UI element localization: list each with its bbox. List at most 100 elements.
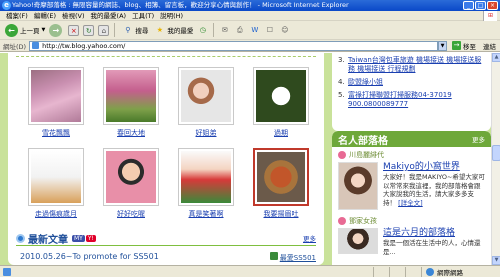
latest-articles-title: 最新文章	[28, 234, 68, 246]
divider	[16, 56, 316, 57]
gallery-frame	[103, 67, 159, 125]
scroll-down-icon[interactable]: ▼	[492, 256, 500, 265]
blog-entry: Makiyo的小窩世界 大家好！我是MAKIYO~希望大家可以常常來我這裡，我的…	[338, 162, 485, 210]
status-bar: 網際網路	[0, 265, 500, 277]
celebrity-blogs-title: 名人部落格	[338, 135, 388, 147]
security-zone: 網際網路	[422, 267, 500, 277]
back-button[interactable]: ← 上一頁 ▼	[3, 22, 47, 38]
menu-file[interactable]: 檔案(F)	[3, 11, 31, 20]
gallery-frame	[103, 148, 159, 206]
gallery-caption[interactable]: 雪花飄飄	[28, 128, 84, 138]
siblings-photo-image	[181, 70, 231, 122]
cherry-blossom-image	[31, 70, 81, 122]
messenger-icon[interactable]: ☺	[279, 25, 290, 36]
refresh-icon[interactable]: ↻	[83, 24, 95, 36]
address-input[interactable]: http://tw.blog.yahoo.com/	[29, 40, 438, 51]
maximize-button[interactable]: □	[475, 1, 486, 10]
page-status-icon	[3, 267, 11, 276]
print-icon[interactable]: ⎙	[234, 25, 245, 36]
search-button[interactable]: ⚲ 搜尋	[118, 22, 150, 38]
menu-view[interactable]: 檢視(V)	[59, 11, 88, 20]
blog-entry-title[interactable]: Makiyo的小窩世界	[383, 162, 485, 173]
list-item[interactable]: 5. 富祿打掃聯盟打掃服務04-37019 900.0800089777	[338, 91, 485, 109]
blog-author-icon	[338, 217, 346, 225]
home-icon[interactable]: ⌂	[98, 24, 110, 36]
scroll-thumb[interactable]	[492, 145, 500, 161]
blog-author[interactable]: 鄧家女孩	[338, 216, 485, 226]
minimize-button[interactable]: _	[463, 1, 474, 10]
discuss-icon[interactable]: ☐	[264, 25, 275, 36]
menu-edit[interactable]: 編輯(E)	[31, 11, 59, 20]
latest-more-link[interactable]: 更多	[303, 233, 316, 243]
author-name: 最愛SS501	[279, 254, 316, 262]
blog-entry-body: 大家好！我是MAKIYO~希望大家可以常常來我這裡，我的部落格會跟大家說我的生活…	[383, 173, 485, 207]
dog-toy-image	[31, 151, 81, 203]
gallery-item[interactable]: 我要揚眉吐	[253, 148, 309, 220]
list-link[interactable]: 富祿打掃聯盟打掃服務04-37019 900.0800089777	[348, 91, 485, 109]
yahoo-badge[interactable]: Y!	[85, 234, 96, 242]
white-flower-image	[256, 70, 306, 122]
go-button[interactable]: → 移至	[449, 41, 479, 51]
gallery-caption[interactable]: 春回大地	[103, 128, 159, 138]
gallery-frame	[28, 148, 84, 206]
gallery-item[interactable]: 過期	[253, 67, 309, 139]
celebrity-blogs-panel: 名人部落格 更多 川島麗緋代 Makiyo的小窩世界 大家好！我是MAKIYO~…	[332, 131, 491, 265]
address-bar: 網址(D) http://tw.blog.yahoo.com/ ▼ → 移至 連…	[0, 40, 500, 52]
menu-tools[interactable]: 工具(T)	[129, 11, 157, 20]
menu-favorites[interactable]: 我的最愛(A)	[88, 11, 130, 20]
list-item[interactable]: 4. 歐盟綠小姐	[338, 78, 485, 87]
gallery-item[interactable]: 走過傷痕歲月	[28, 148, 84, 220]
blog-author[interactable]: 川島麗緋代	[338, 150, 485, 160]
article-author[interactable]: 最愛SS501	[269, 252, 316, 263]
food-dish-image	[257, 152, 305, 202]
list-link[interactable]: Taiwan台灣包車旅遊 機場接送 機場接送服務 機場接送 行程規劃	[348, 56, 485, 74]
search-icon: ⚲	[125, 25, 131, 34]
favorites-label: 我的最愛	[167, 27, 194, 35]
celebrity-photo[interactable]	[338, 228, 378, 254]
globe-icon	[426, 267, 434, 276]
gallery-item[interactable]: 春回大地	[103, 67, 159, 139]
gallery-caption[interactable]: 過期	[253, 128, 309, 138]
menu-help[interactable]: 說明(H)	[157, 11, 186, 20]
article-title[interactable]: 2010.05.26~To promote for SS501	[20, 252, 159, 263]
list-link[interactable]: 歐盟綠小姐	[348, 78, 383, 87]
celebrity-photo[interactable]	[338, 162, 378, 210]
my-badge[interactable]: MY	[72, 234, 85, 242]
mail-icon[interactable]: ✉	[219, 25, 230, 36]
celebrity-more-link[interactable]: 更多	[472, 134, 485, 144]
search-label: 搜尋	[135, 27, 149, 35]
list-item[interactable]: 2010.05.26~To promote for SS501 最愛SS501	[20, 252, 316, 263]
gallery-caption[interactable]: 真是笑著啊	[178, 209, 234, 219]
page-icon	[32, 42, 40, 49]
links-button[interactable]: 連結	[479, 41, 500, 51]
history-icon[interactable]: ◷	[197, 25, 208, 36]
favorites-button[interactable]: ★ 我的最愛	[150, 22, 195, 38]
gallery-caption[interactable]: 我要揚眉吐	[253, 209, 309, 219]
gallery-item[interactable]: 雪花飄飄	[28, 67, 84, 139]
read-more-link[interactable]: [詳全文]	[398, 199, 423, 207]
gallery-item[interactable]: 好姐弟	[178, 67, 234, 139]
blog-entry-title[interactable]: 這是六月的部落格	[383, 228, 485, 239]
close-button[interactable]: ×	[487, 1, 498, 10]
gallery-caption[interactable]: 好好吃喔	[103, 209, 159, 219]
stop-icon[interactable]: ×	[68, 24, 80, 36]
spring-blossom-image	[106, 70, 156, 122]
gallery-item[interactable]: 好好吃喔	[103, 148, 159, 220]
address-dropdown-icon[interactable]: ▼	[438, 40, 447, 51]
gallery-caption[interactable]: 好姐弟	[178, 128, 234, 138]
gallery-caption[interactable]: 走過傷痕歲月	[28, 209, 84, 219]
status-text-area	[14, 266, 374, 277]
vertical-scrollbar[interactable]: ▲ ▼	[491, 53, 500, 265]
windows-logo-icon: ⊞	[483, 11, 497, 21]
back-dropdown-icon[interactable]: ▼	[42, 27, 46, 33]
forward-button[interactable]: →	[47, 22, 66, 38]
blog-author-icon	[338, 151, 346, 159]
gallery-item[interactable]: 真是笑著啊	[178, 148, 234, 220]
main-panel: 雪花飄飄 春回大地 好姐弟 過期 走過傷痕歲月 好好吃喔 真是笑著啊 我要揚眉吐…	[8, 53, 324, 265]
go-arrow-icon: →	[452, 41, 461, 50]
edit-icon[interactable]: W	[249, 25, 260, 36]
blog-entry-text: 我是一個活在生活中的人，心情還是...	[383, 239, 481, 256]
gallery-frame-selected	[253, 148, 309, 206]
list-item[interactable]: 3. Taiwan台灣包車旅遊 機場接送 機場接送服務 機場接送 行程規劃	[338, 56, 485, 74]
scroll-up-icon[interactable]: ▲	[492, 53, 500, 62]
